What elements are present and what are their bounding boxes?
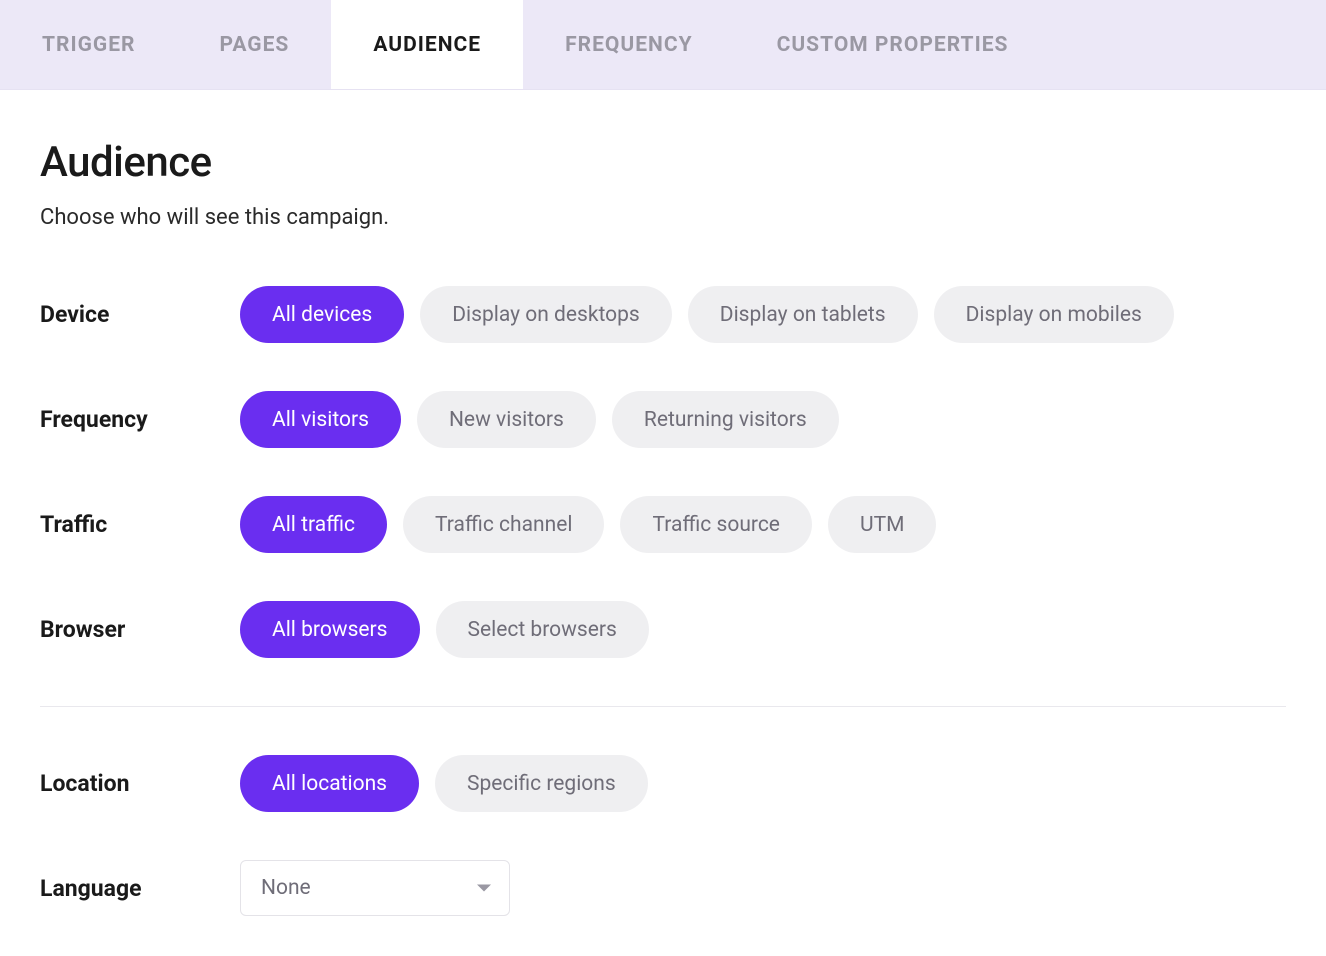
pill-traffic-all[interactable]: All traffic (240, 496, 387, 553)
pill-frequency-new[interactable]: New visitors (417, 391, 596, 448)
label-language: Language (40, 875, 240, 902)
pill-location-specific[interactable]: Specific regions (435, 755, 648, 812)
label-location: Location (40, 770, 240, 797)
page-title: Audience (40, 138, 1286, 187)
pill-traffic-utm[interactable]: UTM (828, 496, 936, 553)
pills-browser: All browsers Select browsers (240, 601, 649, 658)
pills-device: All devices Display on desktops Display … (240, 286, 1174, 343)
pill-traffic-source[interactable]: Traffic source (620, 496, 811, 553)
language-select-wrap: None (240, 860, 510, 916)
pill-location-all[interactable]: All locations (240, 755, 419, 812)
row-frequency: Frequency All visitors New visitors Retu… (40, 391, 1286, 448)
section-div- (40, 706, 1286, 707)
row-location: Location All locations Specific regions (40, 755, 1286, 812)
row-language: Language None (40, 860, 1286, 916)
pill-browser-select[interactable]: Select browsers (436, 601, 649, 658)
language-select[interactable]: None (240, 860, 510, 916)
label-traffic: Traffic (40, 511, 240, 538)
pill-device-desktops[interactable]: Display on desktops (420, 286, 672, 343)
pill-browser-all[interactable]: All browsers (240, 601, 420, 658)
label-device: Device (40, 301, 240, 328)
tab-audience[interactable]: AUDIENCE (331, 0, 523, 89)
page-subtitle: Choose who will see this campaign. (40, 205, 1286, 230)
row-device: Device All devices Display on desktops D… (40, 286, 1286, 343)
pills-frequency: All visitors New visitors Returning visi… (240, 391, 839, 448)
tab-pages[interactable]: PAGES (178, 0, 332, 89)
row-traffic: Traffic All traffic Traffic channel Traf… (40, 496, 1286, 553)
tabs-bar: TRIGGER PAGES AUDIENCE FREQUENCY CUSTOM … (0, 0, 1326, 90)
tab-trigger[interactable]: TRIGGER (0, 0, 178, 89)
tab-frequency[interactable]: FREQUENCY (523, 0, 734, 89)
pill-frequency-all[interactable]: All visitors (240, 391, 401, 448)
content-area: Audience Choose who will see this campai… (0, 90, 1326, 956)
pill-traffic-channel[interactable]: Traffic channel (403, 496, 604, 553)
tab-custom-properties[interactable]: CUSTOM PROPERTIES (735, 0, 1051, 89)
label-frequency: Frequency (40, 406, 240, 433)
label-browser: Browser (40, 616, 240, 643)
pill-device-all[interactable]: All devices (240, 286, 404, 343)
row-browser: Browser All browsers Select browsers (40, 601, 1286, 658)
pill-device-tablets[interactable]: Display on tablets (688, 286, 918, 343)
pill-device-mobiles[interactable]: Display on mobiles (934, 286, 1174, 343)
pills-location: All locations Specific regions (240, 755, 648, 812)
pills-traffic: All traffic Traffic channel Traffic sour… (240, 496, 936, 553)
pill-frequency-returning[interactable]: Returning visitors (612, 391, 839, 448)
